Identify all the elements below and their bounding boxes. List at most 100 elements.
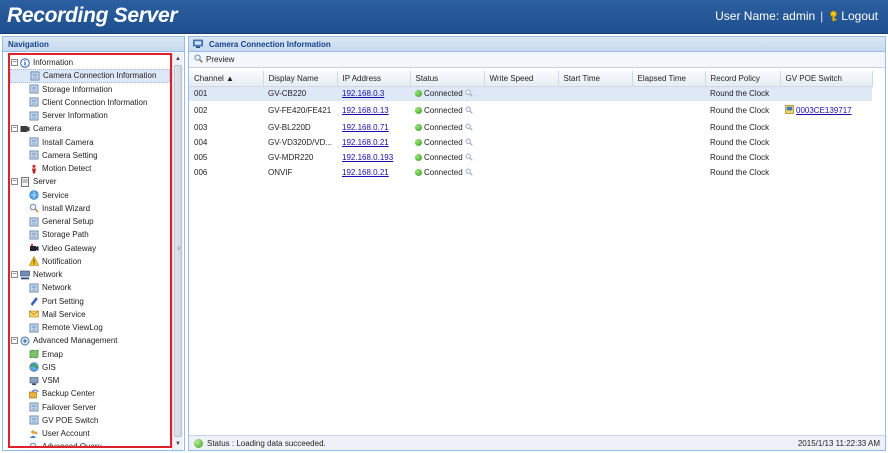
collapse-toggle-icon[interactable]: − <box>11 337 18 345</box>
app-title: Recording Server <box>7 4 178 27</box>
ip-address-link[interactable]: 192.168.0.71 <box>342 123 389 132</box>
ip-address-link[interactable]: 192.168.0.21 <box>342 168 389 177</box>
nav-item-label: Advanced Query <box>42 442 102 448</box>
collapse-toggle-icon[interactable]: − <box>11 178 18 186</box>
column-header[interactable]: Status <box>410 71 485 87</box>
nav-item-storage-path[interactable]: Storage Path <box>10 228 170 241</box>
elapsed-time-cell <box>632 165 705 180</box>
table-row[interactable]: 001 GV-CB220 192.168.0.3 Connected Round the… <box>189 86 872 101</box>
nav-item-gv-poe-switch[interactable]: GV POE Switch <box>10 414 170 427</box>
nav-item-remote-viewlog[interactable]: Remote ViewLog <box>10 321 170 334</box>
nav-item-label: Failover Server <box>42 402 97 412</box>
nav-item-gis[interactable]: GIS <box>10 361 170 374</box>
nav-group-network[interactable]: − Network <box>10 268 170 281</box>
elapsed-time-cell <box>632 86 705 101</box>
scroll-down-arrow-icon[interactable]: ▼ <box>173 438 183 450</box>
nav-item-server-information[interactable]: Server Information <box>10 109 170 122</box>
nav-item-mail-service[interactable]: Mail Service <box>10 308 170 321</box>
nav-item-install-wizard[interactable]: Install Wizard <box>10 202 170 215</box>
start-time-cell <box>558 86 632 101</box>
ip-address-link[interactable]: 192.168.0.13 <box>342 106 389 115</box>
nav-item-video-gateway[interactable]: Video Gateway <box>10 242 170 255</box>
column-header[interactable]: Elapsed Time <box>632 71 706 87</box>
column-header[interactable]: Start Time <box>558 71 633 87</box>
nav-item-advanced-query[interactable]: Advanced Query <box>10 440 170 448</box>
column-header[interactable]: IP Address <box>337 71 411 87</box>
nav-group-advanced-management[interactable]: − Advanced Management <box>10 334 170 347</box>
general-setup-icon <box>29 217 39 227</box>
preview-button[interactable]: Preview <box>194 54 234 65</box>
nav-item-notification[interactable]: Notification <box>10 255 170 268</box>
magnifier-icon[interactable] <box>465 153 473 163</box>
collapse-toggle-icon[interactable]: − <box>11 125 18 133</box>
magnifier-icon[interactable] <box>465 106 473 116</box>
nav-group-camera[interactable]: − Camera <box>10 122 170 135</box>
nav-item-label: Server Information <box>42 111 108 121</box>
record-policy-cell: Round the Clock <box>705 86 780 101</box>
ip-address-link[interactable]: 192.168.0.3 <box>342 89 384 98</box>
scroll-up-arrow-icon[interactable]: ▲ <box>173 53 183 65</box>
column-header[interactable]: Display Name <box>263 71 338 87</box>
scroll-thumb[interactable]: ≡ <box>174 65 182 437</box>
nav-scrollbar[interactable]: ▲ ≡ ▼ <box>172 53 183 450</box>
display-name-cell: GV-CB220 <box>263 86 337 101</box>
nav-item-failover-server[interactable]: Failover Server <box>10 401 170 414</box>
record-policy-cell: Round the Clock <box>710 138 770 147</box>
status-timestamp: 2015/1/13 11:22:33 AM <box>797 439 880 448</box>
status-cell: Connected <box>410 101 484 120</box>
nav-item-client-connection-information[interactable]: Client Connection Information <box>10 96 170 109</box>
nav-item-port-setting[interactable]: Port Setting <box>10 295 170 308</box>
magnifier-icon[interactable] <box>465 138 473 148</box>
user-account-icon <box>29 429 39 439</box>
magnifier-icon[interactable] <box>465 123 473 133</box>
status-text: Status : Loading data succeeded. <box>207 438 326 448</box>
column-header[interactable]: Write Speed <box>484 71 559 87</box>
display-name-cell: GV-FE420/FE421 <box>268 106 332 115</box>
nav-item-user-account[interactable]: User Account <box>10 427 170 440</box>
nav-group-server[interactable]: − Server <box>10 175 170 188</box>
nav-item-label: Emap <box>42 349 63 359</box>
nav-item-backup-center[interactable]: Backup Center <box>10 387 170 400</box>
poe-switch-link[interactable]: 0003CE139717 <box>796 106 852 115</box>
ip-address-link[interactable]: 192.168.0.193 <box>342 153 393 162</box>
table-row[interactable]: 005 GV-MDR220 192.168.0.193 Connected Round … <box>189 150 872 165</box>
nav-item-vsm[interactable]: VSM <box>10 374 170 387</box>
scroll-grip-icon: ≡ <box>177 246 181 252</box>
magnifier-icon[interactable] <box>465 168 473 178</box>
nav-item-label: Notification <box>42 256 82 266</box>
collapse-toggle-icon[interactable]: − <box>11 59 18 67</box>
nav-item-emap[interactable]: Emap <box>10 348 170 361</box>
connected-status-icon <box>415 107 422 114</box>
display-name-cell: GV-BL220D <box>268 123 311 132</box>
nav-item-label: Motion Detect <box>42 164 92 174</box>
table-row[interactable]: 003 GV-BL220D 192.168.0.71 Connected Round t… <box>189 120 872 135</box>
nav-item-network[interactable]: Network <box>10 281 170 294</box>
nav-item-service[interactable]: Service <box>10 189 170 202</box>
nav-item-storage-information[interactable]: Storage Information <box>10 83 170 96</box>
magnifier-icon[interactable] <box>465 89 473 99</box>
nav-item-install-camera[interactable]: Install Camera <box>10 136 170 149</box>
nav-item-label: Network <box>42 283 72 293</box>
nav-item-label: GIS <box>42 362 56 372</box>
nav-item-motion-detect[interactable]: Motion Detect <box>10 162 170 175</box>
column-header[interactable]: Channel ▲ <box>189 71 264 87</box>
nav-item-label: Camera Connection Information <box>43 71 157 81</box>
table-row[interactable]: 004 GV-VD320D/VD... 192.168.0.21 Connected R… <box>189 135 872 150</box>
collapse-toggle-icon[interactable]: − <box>11 271 18 279</box>
nav-item-camera-setting[interactable]: Camera Setting <box>10 149 170 162</box>
nav-item-camera-connection-information[interactable]: Camera Connection Information <box>10 69 170 83</box>
logout-button[interactable]: Logout <box>828 9 878 23</box>
column-header[interactable]: Record Policy <box>705 71 781 87</box>
table-row[interactable]: 002 GV-FE420/FE421 192.168.0.13 Connected Ro… <box>189 101 872 120</box>
nav-group-information[interactable]: − Information <box>10 56 170 69</box>
status-cell: Connected <box>410 86 484 101</box>
write-speed-cell <box>484 120 558 135</box>
table-row[interactable]: 006 ONVIF 192.168.0.21 Connected Round the C… <box>189 165 872 180</box>
user-name-label: User Name: admin <box>715 9 816 23</box>
nav-item-general-setup[interactable]: General Setup <box>10 215 170 228</box>
ip-address-link[interactable]: 192.168.0.21 <box>342 138 389 147</box>
poe-switch-cell <box>780 135 872 150</box>
server-icon <box>20 176 30 187</box>
column-header[interactable]: GV POE Switch <box>780 71 873 87</box>
magnifier-icon <box>194 54 203 65</box>
